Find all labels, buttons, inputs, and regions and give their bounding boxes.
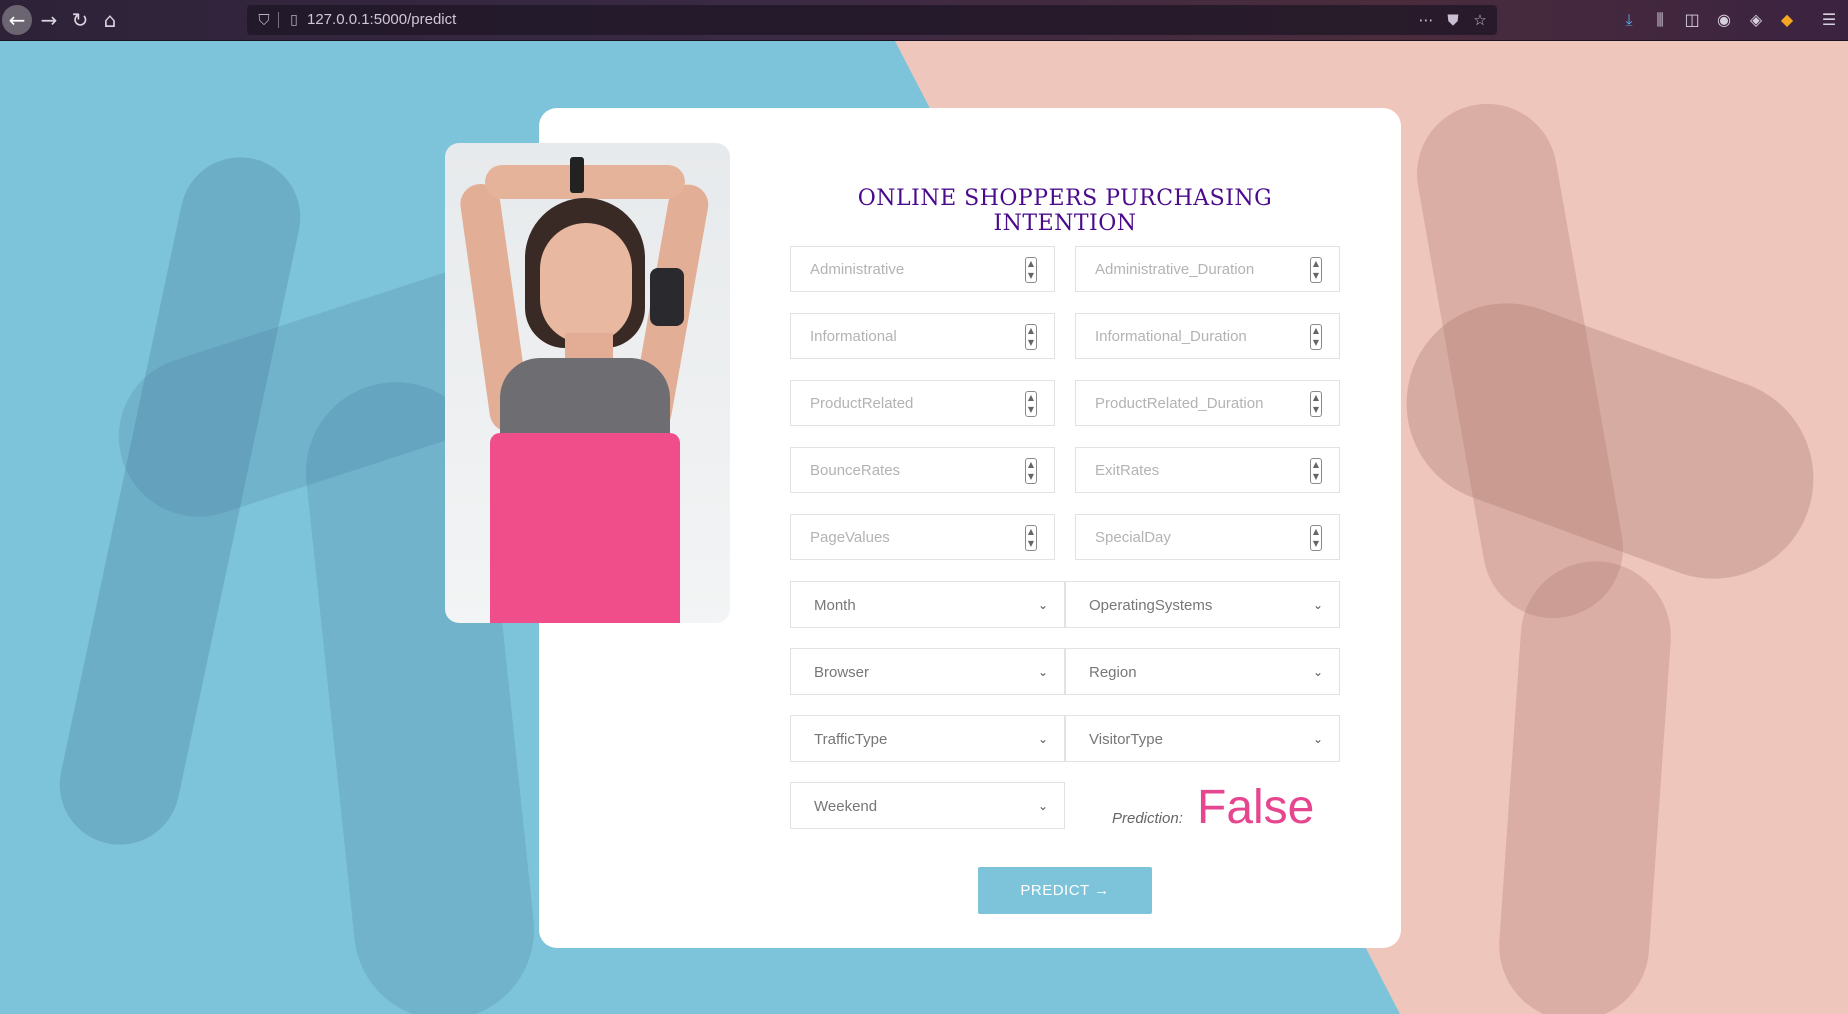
back-icon[interactable]: ←: [2, 5, 32, 35]
product-related-duration-input[interactable]: ProductRelated_Duration ▲ ▼: [1075, 380, 1340, 426]
weekend-select[interactable]: Weekend ⌄: [790, 782, 1065, 829]
visitor-type-select[interactable]: VisitorType ⌄: [1065, 715, 1340, 762]
download-icon[interactable]: ⤓: [1617, 8, 1641, 32]
number-spinner-icon[interactable]: ▲ ▼: [1310, 458, 1322, 484]
fitness-photo: [445, 143, 730, 623]
photo-shape: [485, 165, 685, 199]
chevron-down-icon: ⌄: [1037, 665, 1048, 679]
number-spinner-icon[interactable]: ▲ ▼: [1310, 391, 1322, 417]
divider: [278, 12, 279, 28]
reload-icon[interactable]: ↻: [67, 7, 93, 33]
photo-shape: [570, 157, 584, 193]
account-icon[interactable]: ◉: [1712, 8, 1736, 32]
browser-select[interactable]: Browser ⌄: [790, 648, 1065, 695]
select-value: Weekend: [814, 798, 878, 815]
chevron-down-icon: ⌄: [1037, 799, 1048, 813]
chevron-down-icon: ⌄: [1312, 665, 1323, 679]
menu-icon[interactable]: ☰: [1817, 8, 1841, 32]
input-placeholder: Informational: [810, 328, 897, 345]
predict-button[interactable]: PREDICT →: [978, 867, 1152, 914]
administrative-duration-input[interactable]: Administrative_Duration ▲ ▼: [1075, 246, 1340, 292]
number-spinner-icon[interactable]: ▲ ▼: [1310, 324, 1322, 350]
extension-icon[interactable]: ◈: [1744, 8, 1768, 32]
chevron-down-icon: ⌄: [1037, 598, 1048, 612]
address-bar[interactable]: ⛉ ▯ 127.0.0.1:5000/predict ⋯ ⛊ ☆: [247, 5, 1497, 35]
forward-icon[interactable]: →: [36, 7, 62, 33]
library-icon[interactable]: ⫼: [1648, 8, 1672, 32]
select-value: Month: [814, 597, 856, 614]
informational-duration-input[interactable]: Informational_Duration ▲ ▼: [1075, 313, 1340, 359]
input-placeholder: BounceRates: [810, 462, 901, 479]
number-spinner-icon[interactable]: ▲ ▼: [1025, 257, 1037, 283]
administrative-input[interactable]: Administrative ▲ ▼: [790, 246, 1055, 292]
page-values-input[interactable]: PageValues ▲ ▼: [790, 514, 1055, 560]
photo-shape: [650, 268, 684, 326]
chevron-down-icon: ⌄: [1037, 732, 1048, 746]
select-value: VisitorType: [1089, 731, 1163, 748]
exit-rates-input[interactable]: ExitRates ▲ ▼: [1075, 447, 1340, 493]
url-text[interactable]: 127.0.0.1:5000/predict: [307, 5, 456, 35]
select-value: Region: [1089, 664, 1137, 681]
number-spinner-icon[interactable]: ▲ ▼: [1025, 525, 1037, 551]
page-title: ONLINE SHOPPERS PURCHASING INTENTION: [857, 186, 1273, 236]
number-spinner-icon[interactable]: ▲ ▼: [1025, 324, 1037, 350]
page-info-icon[interactable]: ▯: [285, 9, 303, 31]
operating-systems-select[interactable]: OperatingSystems ⌄: [1065, 581, 1340, 628]
photo-shape: [540, 223, 632, 343]
prediction-label: Prediction:: [1112, 810, 1183, 827]
select-value: TrafficType: [814, 731, 888, 748]
input-placeholder: Administrative_Duration: [1095, 261, 1255, 278]
chevron-down-icon: ⌄: [1312, 732, 1323, 746]
informational-input[interactable]: Informational ▲ ▼: [790, 313, 1055, 359]
select-value: OperatingSystems: [1089, 597, 1213, 614]
number-spinner-icon[interactable]: ▲ ▼: [1310, 257, 1322, 283]
input-placeholder: SpecialDay: [1095, 529, 1171, 546]
special-day-input[interactable]: SpecialDay ▲ ▼: [1075, 514, 1340, 560]
region-select[interactable]: Region ⌄: [1065, 648, 1340, 695]
input-placeholder: Administrative: [810, 261, 905, 278]
select-value: Browser: [814, 664, 870, 681]
chevron-down-icon: ⌄: [1312, 598, 1323, 612]
input-placeholder: PageValues: [810, 529, 890, 546]
number-spinner-icon[interactable]: ▲ ▼: [1310, 525, 1322, 551]
product-related-input[interactable]: ProductRelated ▲ ▼: [790, 380, 1055, 426]
browser-toolbar: ← → ↻ ⌂ ⛉ ▯ 127.0.0.1:5000/predict ⋯ ⛊ ☆…: [0, 0, 1848, 41]
photo-shape: [490, 433, 680, 623]
more-actions-icon[interactable]: ⋯: [1415, 9, 1437, 31]
pocket-icon[interactable]: ⛊: [1442, 9, 1464, 31]
traffic-type-select[interactable]: TrafficType ⌄: [790, 715, 1065, 762]
input-placeholder: ExitRates: [1095, 462, 1160, 479]
home-icon[interactable]: ⌂: [97, 7, 123, 33]
prediction-value: False: [1197, 781, 1315, 834]
input-placeholder: ProductRelated: [810, 395, 914, 412]
sidebar-icon[interactable]: ◫: [1680, 8, 1704, 32]
extension-orange-icon[interactable]: ◆: [1775, 8, 1799, 32]
input-placeholder: Informational_Duration: [1095, 328, 1247, 345]
number-spinner-icon[interactable]: ▲ ▼: [1025, 458, 1037, 484]
bounce-rates-input[interactable]: BounceRates ▲ ▼: [790, 447, 1055, 493]
bookmark-star-icon[interactable]: ☆: [1469, 9, 1491, 31]
input-placeholder: ProductRelated_Duration: [1095, 395, 1264, 412]
number-spinner-icon[interactable]: ▲ ▼: [1025, 391, 1037, 417]
background-figure-shape: [1494, 556, 1676, 1014]
month-select[interactable]: Month ⌄: [790, 581, 1065, 628]
tracking-shield-icon[interactable]: ⛉: [255, 9, 273, 31]
